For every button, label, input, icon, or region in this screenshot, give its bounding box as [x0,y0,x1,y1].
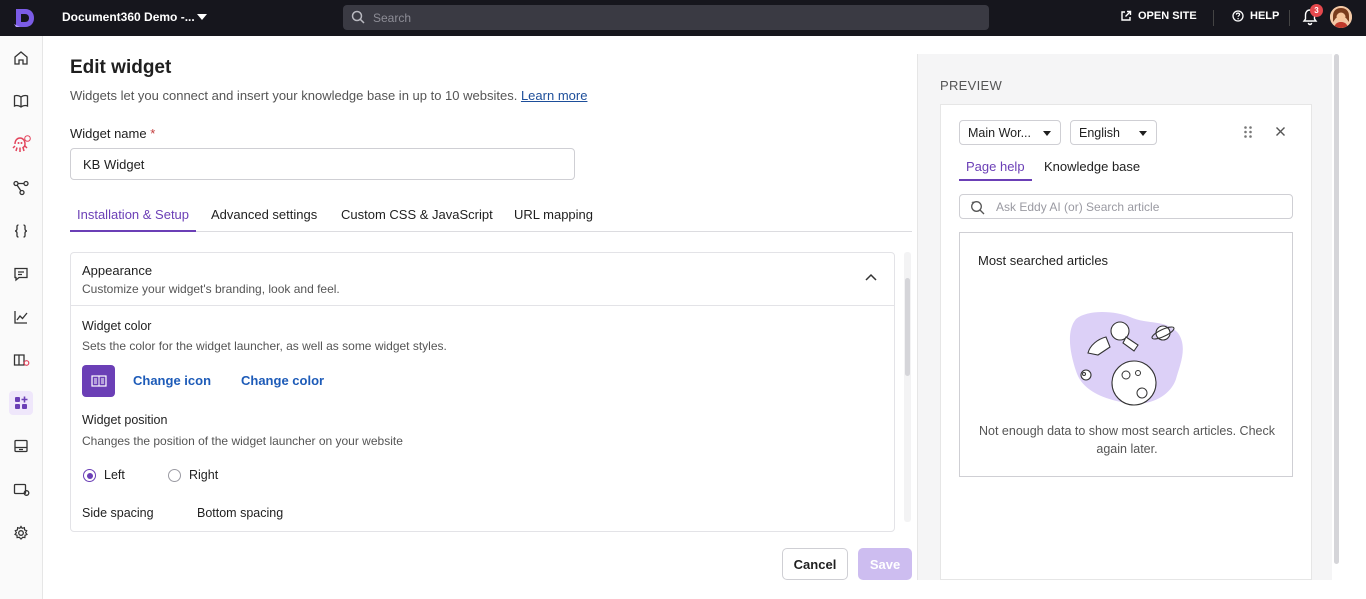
nav-feedback[interactable] [9,262,33,286]
help-button[interactable]: HELP [1232,10,1279,22]
widget-color-swatch[interactable] [82,365,115,397]
chevron-down-icon[interactable] [197,14,207,20]
page-subtitle: Widgets let you connect and insert your … [70,88,587,103]
widgets-icon [15,396,28,409]
chat-icon [14,267,28,282]
nav-portal-settings[interactable] [9,478,33,502]
nav-widgets[interactable] [9,391,33,415]
caret-down-icon [1139,131,1147,136]
open-site-label: OPEN SITE [1138,10,1197,22]
divider [1213,10,1214,26]
book-icon [13,94,29,108]
caret-down-icon [1043,131,1051,136]
gear-icon [14,525,28,540]
nav-eddy-ai[interactable] [9,133,33,157]
top-bar: Document360 Demo -... OPEN SITE HELP 3 [0,0,1366,36]
preview-label: PREVIEW [940,78,1003,93]
help-label: HELP [1250,10,1280,22]
nav-analytics[interactable] [9,305,33,329]
required-marker: * [150,126,156,141]
appearance-panel: Appearance Customize your widget's brand… [70,252,895,532]
position-left-label[interactable]: Left [104,468,125,482]
ai-search-icon [971,201,985,215]
avatar[interactable] [1330,6,1352,28]
widget-position-label: Widget position [82,413,168,427]
save-button[interactable]: Save [858,548,912,580]
widget-color-description: Sets the color for the widget launcher, … [82,339,447,353]
left-navigation [0,36,43,599]
open-site-button[interactable]: OPEN SITE [1120,10,1197,22]
nav-home[interactable] [9,46,33,70]
content-scrollbar[interactable] [905,278,910,376]
nav-workflow[interactable] [9,176,33,200]
curly-braces-icon [14,224,28,238]
nav-templates[interactable] [9,434,33,458]
nav-knowledge-base-portal[interactable] [9,348,33,372]
close-icon[interactable] [1275,126,1286,137]
home-icon [14,51,28,65]
search-input[interactable] [373,9,973,26]
book-open-icon [90,375,107,387]
workflow-icon [13,180,29,196]
widget-name-label: Widget name * [70,126,155,141]
position-right-radio[interactable] [168,469,181,482]
widget-name-label-text: Widget name [70,126,147,141]
page-scrollbar[interactable] [1334,54,1339,564]
project-selector[interactable]: Document360 Demo -... [62,10,195,24]
tab-advanced-settings[interactable]: Advanced settings [211,207,317,232]
octopus-ai-icon [12,135,31,152]
nav-documentation[interactable] [9,89,33,113]
appearance-title: Appearance [82,263,153,278]
widget-position-description: Changes the position of the widget launc… [82,434,403,448]
position-right-label[interactable]: Right [189,468,218,482]
document360-logo[interactable] [12,6,38,30]
tab-installation-setup[interactable]: Installation & Setup [70,207,197,232]
preview-search-input[interactable] [996,199,1276,215]
settings-tabs: Installation & Setup Advanced settings C… [70,205,912,232]
learn-more-link[interactable]: Learn more [521,88,587,103]
cancel-button[interactable]: Cancel [782,548,848,580]
monitor-settings-icon [13,483,29,496]
language-select[interactable]: English [1070,120,1157,145]
tab-custom-css-javascript[interactable]: Custom CSS & JavaScript [341,207,493,232]
page-subtitle-text: Widgets let you connect and insert your … [70,88,518,103]
workspace-value: Main Wor... [968,125,1031,140]
workspace-select[interactable]: Main Wor... [959,120,1061,145]
appearance-subtitle: Customize your widget's branding, look a… [82,282,340,296]
page-title: Edit widget [70,57,172,78]
appearance-header[interactable]: Appearance Customize your widget's brand… [71,253,894,306]
widget-color-label: Widget color [82,319,152,333]
position-left-radio[interactable] [83,469,96,482]
preview-tab-knowledge-base[interactable]: Knowledge base [1044,159,1140,181]
help-icon [1232,10,1244,22]
bottom-spacing-label: Bottom spacing [197,506,284,520]
nav-settings[interactable] [9,521,33,545]
notification-badge: 3 [1310,4,1323,17]
preview-tab-page-help[interactable]: Page help [959,159,1032,181]
change-color-button[interactable]: Change color [241,373,324,388]
language-value: English [1079,125,1120,140]
nav-api-docs[interactable] [9,219,33,243]
divider [1289,10,1290,26]
side-spacing-label: Side spacing [82,506,154,520]
widget-name-field[interactable] [70,148,575,180]
most-searched-title: Most searched articles [978,253,1109,268]
tab-url-mapping[interactable]: URL mapping [514,207,593,232]
change-icon-button[interactable]: Change icon [133,373,211,388]
layout-icon [14,439,28,453]
chart-line-icon [14,311,28,324]
drag-handle-icon[interactable] [1243,125,1253,139]
preview-search[interactable] [959,194,1293,219]
book-settings-icon [13,354,29,366]
most-searched-box: Most searched articles Not enough data t… [959,232,1293,477]
empty-state-message: Not enough data to show most search arti… [979,424,1275,456]
chevron-up-icon[interactable] [864,272,878,282]
astronaut-illustration [1069,312,1183,406]
search-icon [351,10,365,24]
external-link-icon [1121,10,1132,21]
global-search[interactable] [343,5,989,30]
